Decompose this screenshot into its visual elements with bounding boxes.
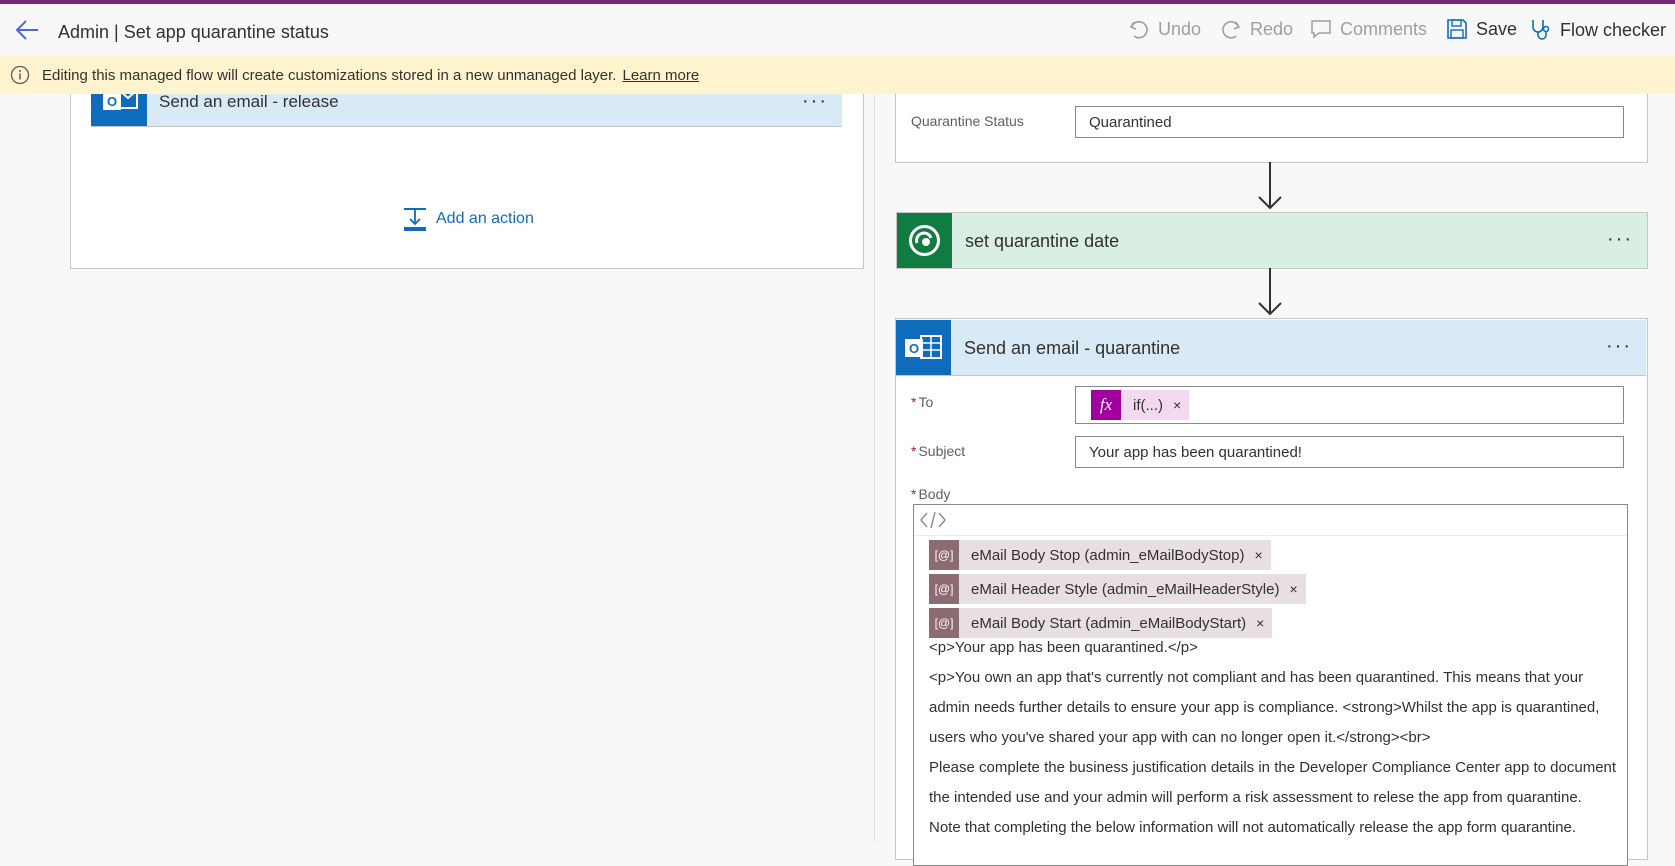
flow-arrow-icon bbox=[1258, 162, 1282, 210]
card-title: Send an email - quarantine bbox=[964, 338, 1181, 358]
back-arrow-icon bbox=[15, 20, 38, 40]
managed-flow-banner: Editing this managed flow will create cu… bbox=[0, 56, 1675, 94]
subject-label: * Subject bbox=[911, 443, 966, 459]
body-line: <p>Your app has been quarantined.</p> bbox=[929, 639, 1198, 656]
save-label: Save bbox=[1476, 18, 1518, 39]
flow-checker-button[interactable]: Flow checker bbox=[1530, 18, 1666, 42]
undo-button[interactable]: Undo bbox=[1128, 18, 1201, 40]
body-label: * Body bbox=[911, 486, 951, 502]
learn-more-link[interactable]: Learn more bbox=[622, 67, 699, 84]
more-options-button[interactable]: ··· bbox=[1607, 228, 1633, 251]
card-title: Send an email - release bbox=[159, 92, 339, 111]
body-line: the intended use and your admin will per… bbox=[929, 789, 1582, 806]
designer-header: Admin | Set app quarantine status Undo R… bbox=[0, 4, 1675, 56]
quarantine-status-input[interactable]: Quarantined bbox=[1075, 106, 1624, 138]
body-line: Please complete the business justificati… bbox=[929, 759, 1617, 776]
body-line: <p>You own an app that's currently not c… bbox=[929, 669, 1584, 686]
code-view-icon[interactable] bbox=[919, 511, 947, 529]
flow-arrow-icon bbox=[1258, 268, 1282, 316]
remove-token-icon[interactable]: × bbox=[1169, 397, 1189, 413]
remove-token-icon[interactable]: × bbox=[1250, 547, 1270, 563]
add-action-label: Add an action bbox=[436, 210, 534, 227]
dataverse-icon bbox=[897, 213, 952, 268]
body-editor[interactable]: [@] eMail Body Stop (admin_eMailBodyStop… bbox=[913, 504, 1628, 866]
comments-label: Comments bbox=[1340, 18, 1428, 39]
redo-button[interactable]: Redo bbox=[1220, 18, 1293, 40]
flow-checker-label: Flow checker bbox=[1560, 19, 1667, 40]
more-options-button[interactable]: ··· bbox=[1606, 335, 1632, 358]
save-button[interactable]: Save bbox=[1446, 18, 1517, 40]
body-html-text: <p>Your app has been quarantined.</p> <p… bbox=[929, 633, 1619, 843]
quarantine-status-label: Quarantine Status bbox=[911, 113, 1024, 129]
variable-token[interactable]: [@] eMail Header Style (admin_eMailHeade… bbox=[929, 574, 1306, 604]
comment-icon bbox=[1311, 20, 1331, 39]
remove-token-icon[interactable]: × bbox=[1252, 615, 1272, 631]
set-quarantine-date-card[interactable]: set quarantine date ··· bbox=[896, 212, 1648, 269]
add-action-icon bbox=[404, 208, 426, 231]
to-label: * To bbox=[911, 394, 934, 410]
body-line: admin needs further details to ensure yo… bbox=[929, 699, 1600, 716]
back-button[interactable] bbox=[12, 16, 42, 44]
svg-text:O: O bbox=[107, 94, 117, 109]
fx-icon: fx bbox=[1091, 390, 1121, 420]
to-input[interactable]: fx if(...) × bbox=[1075, 386, 1624, 424]
comments-button[interactable]: Comments bbox=[1310, 18, 1427, 40]
body-line: users who you've shared your app with ca… bbox=[929, 729, 1431, 746]
stethoscope-icon bbox=[1532, 20, 1550, 40]
variable-icon: [@] bbox=[929, 540, 959, 570]
variable-icon: [@] bbox=[929, 574, 959, 604]
code-view-toolbar bbox=[914, 505, 1627, 536]
remove-token-icon[interactable]: × bbox=[1285, 581, 1305, 597]
outlook-icon: O bbox=[896, 320, 951, 375]
body-line: Note that completing the below informati… bbox=[929, 819, 1577, 836]
redo-label: Redo bbox=[1250, 18, 1294, 39]
send-email-quarantine-header[interactable]: O Send an email - quarantine ··· bbox=[896, 320, 1646, 376]
subject-input[interactable]: Your app has been quarantined! bbox=[1075, 436, 1624, 468]
variable-token[interactable]: [@] eMail Body Stop (admin_eMailBodyStop… bbox=[929, 540, 1271, 570]
banner-text: Editing this managed flow will create cu… bbox=[42, 66, 617, 84]
svg-text:O: O bbox=[909, 341, 919, 356]
add-an-action-button[interactable]: Add an action bbox=[402, 206, 534, 232]
info-icon bbox=[10, 65, 30, 85]
expression-token[interactable]: fx if(...) × bbox=[1091, 390, 1190, 420]
undo-icon bbox=[1129, 21, 1148, 39]
card-title: set quarantine date bbox=[965, 231, 1120, 251]
save-icon bbox=[1447, 19, 1467, 39]
redo-icon bbox=[1222, 21, 1241, 39]
branch-divider bbox=[874, 94, 875, 842]
undo-label: Undo bbox=[1158, 18, 1202, 39]
page-title: Admin | Set app quarantine status bbox=[58, 22, 329, 42]
